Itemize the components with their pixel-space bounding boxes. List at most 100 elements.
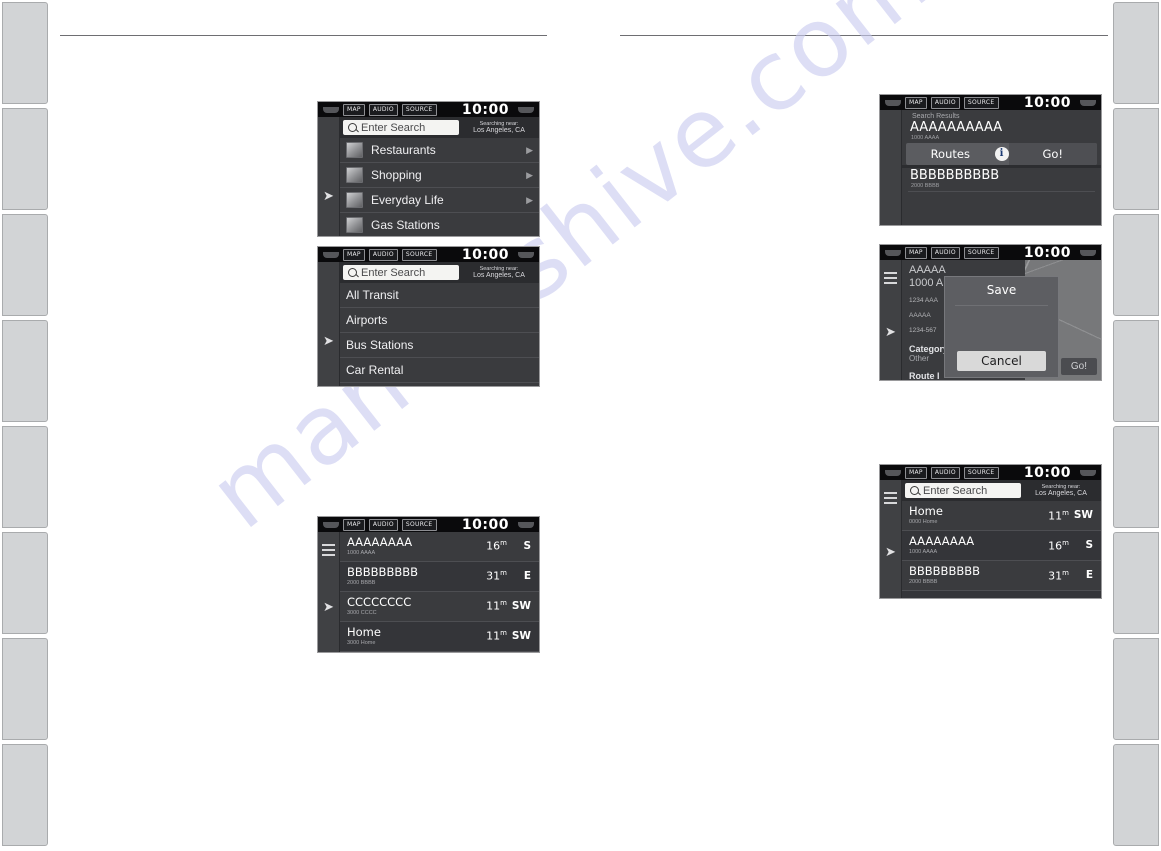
list-item[interactable]: Bus Stations bbox=[340, 333, 539, 359]
list-item[interactable]: Everyday Life ▶ bbox=[340, 188, 539, 214]
destination-address: 2000 BBBB bbox=[347, 579, 376, 586]
search-input[interactable]: Enter Search bbox=[343, 265, 459, 281]
destination-address: 1000 AAAA bbox=[347, 549, 376, 556]
map-button[interactable]: MAP bbox=[343, 518, 365, 531]
result-action-bar: Routes i Go! bbox=[906, 143, 1097, 165]
cancel-button[interactable]: Cancel bbox=[957, 350, 1046, 371]
index-tab[interactable] bbox=[1113, 2, 1159, 104]
menu-icon[interactable] bbox=[322, 544, 335, 559]
scroll-down-icon[interactable]: ➤ bbox=[323, 189, 334, 202]
save-dialog: Save Cancel bbox=[943, 275, 1060, 378]
index-tab[interactable] bbox=[1113, 426, 1159, 528]
index-tab[interactable] bbox=[1113, 108, 1159, 210]
direction-value: SW bbox=[511, 600, 531, 612]
menu-icon[interactable] bbox=[884, 492, 897, 507]
audio-button[interactable]: AUDIO bbox=[930, 96, 960, 109]
index-tab[interactable] bbox=[2, 426, 48, 528]
clock: 10:00 bbox=[1023, 465, 1071, 481]
searching-near[interactable]: Searching near: Los Angeles, CA bbox=[1025, 483, 1097, 498]
hardware-notch-right bbox=[518, 106, 534, 113]
map-button[interactable]: MAP bbox=[343, 103, 365, 116]
list-item[interactable]: All Transit bbox=[340, 283, 539, 309]
info-icon[interactable]: i bbox=[994, 147, 1009, 161]
search-icon bbox=[348, 268, 357, 278]
list-item[interactable]: Gas Stations bbox=[340, 213, 539, 236]
audio-button[interactable]: AUDIO bbox=[930, 246, 960, 259]
map-button[interactable]: MAP bbox=[905, 96, 927, 109]
index-tab[interactable] bbox=[1113, 532, 1159, 634]
source-button[interactable]: SOURCE bbox=[401, 518, 437, 531]
map-button[interactable]: MAP bbox=[905, 466, 927, 479]
distance-value: 16m bbox=[486, 539, 507, 553]
table-row[interactable]: BBBBBBBBB 2000 BBBB 31m E bbox=[902, 561, 1101, 592]
index-tab[interactable] bbox=[2, 638, 48, 740]
index-tab[interactable] bbox=[2, 320, 48, 422]
hardware-notch-left bbox=[885, 249, 901, 256]
searching-near[interactable]: Searching near: Los Angeles, CA bbox=[463, 265, 535, 280]
direction-value: S bbox=[1085, 539, 1093, 552]
left-index-tab-rail bbox=[2, 0, 50, 851]
distance-value: 31m bbox=[486, 569, 507, 583]
routes-button[interactable]: Routes bbox=[906, 147, 995, 161]
source-button[interactable]: SOURCE bbox=[963, 466, 999, 479]
status-bar: MAP AUDIO SOURCE 10:00 bbox=[880, 465, 1101, 481]
scroll-down-icon[interactable]: ➤ bbox=[885, 325, 896, 338]
list-item[interactable]: Shopping ▶ bbox=[340, 163, 539, 189]
direction-value: S bbox=[523, 540, 531, 552]
index-tab[interactable] bbox=[1113, 320, 1159, 422]
audio-button[interactable]: AUDIO bbox=[368, 248, 398, 261]
direction-value: SW bbox=[1073, 509, 1093, 522]
table-row[interactable]: CCCCCCCC 3000 CCCC 11m SW bbox=[340, 592, 539, 622]
go-button[interactable]: Go! bbox=[1008, 143, 1097, 165]
search-input[interactable]: Enter Search bbox=[343, 120, 459, 136]
screen-saved-places: MAP AUDIO SOURCE 10:00 ➤ Enter Search Se… bbox=[880, 465, 1101, 598]
status-bar: MAP AUDIO SOURCE 10:00 bbox=[318, 517, 539, 533]
search-header: Enter Search Searching near: Los Angeles… bbox=[902, 480, 1101, 502]
hardware-notch-right bbox=[1080, 249, 1096, 256]
index-tab[interactable] bbox=[2, 2, 48, 104]
clock: 10:00 bbox=[461, 102, 509, 118]
index-tab[interactable] bbox=[2, 214, 48, 316]
table-row[interactable]: Home 0000 Home 11m SW bbox=[902, 501, 1101, 532]
name-input[interactable] bbox=[954, 304, 1048, 306]
table-row[interactable]: BBBBBBBBB 2000 BBBB 31m E bbox=[340, 562, 539, 592]
list-item[interactable]: Car Rental bbox=[340, 358, 539, 384]
list-item[interactable]: Airports bbox=[340, 308, 539, 334]
index-tab[interactable] bbox=[2, 532, 48, 634]
source-button[interactable]: SOURCE bbox=[963, 96, 999, 109]
table-row[interactable]: AAAAAAAA 1000 AAAA 16m S bbox=[340, 532, 539, 562]
searching-near[interactable]: Searching near: Los Angeles, CA bbox=[463, 120, 535, 135]
go-button[interactable]: Go! bbox=[1060, 358, 1097, 375]
index-tab[interactable] bbox=[2, 744, 48, 846]
map-button[interactable]: MAP bbox=[905, 246, 927, 259]
index-tab[interactable] bbox=[2, 108, 48, 210]
search-input[interactable]: Enter Search bbox=[905, 483, 1021, 499]
distance-value: 16m bbox=[1048, 538, 1069, 553]
table-row[interactable]: BBBBBBBB 1346m E bbox=[902, 591, 1101, 598]
index-tab[interactable] bbox=[1113, 744, 1159, 846]
source-button[interactable]: SOURCE bbox=[963, 246, 999, 259]
hardware-notch-left bbox=[323, 106, 339, 113]
table-row[interactable]: Home 3000 Home 11m SW bbox=[340, 622, 539, 652]
scroll-down-icon[interactable]: ➤ bbox=[885, 545, 896, 558]
menu-icon[interactable] bbox=[884, 272, 897, 287]
index-tab[interactable] bbox=[1113, 638, 1159, 740]
map-button[interactable]: MAP bbox=[343, 248, 365, 261]
source-button[interactable]: SOURCE bbox=[401, 248, 437, 261]
chevron-right-icon: ▶ bbox=[526, 169, 533, 180]
status-bar: MAP AUDIO SOURCE 10:00 bbox=[318, 247, 539, 263]
hardware-notch-left bbox=[323, 251, 339, 258]
result-name[interactable]: BBBBBBBBBB bbox=[902, 168, 1101, 183]
hardware-notch-right bbox=[518, 521, 534, 528]
audio-button[interactable]: AUDIO bbox=[930, 466, 960, 479]
source-button[interactable]: SOURCE bbox=[401, 103, 437, 116]
audio-button[interactable]: AUDIO bbox=[368, 103, 398, 116]
destination-name: Home bbox=[347, 624, 381, 639]
scroll-down-icon[interactable]: ➤ bbox=[323, 334, 334, 347]
scroll-down-icon[interactable]: ➤ bbox=[323, 600, 334, 613]
list-item[interactable]: Restaurants ▶ bbox=[340, 138, 539, 164]
audio-button[interactable]: AUDIO bbox=[368, 518, 398, 531]
index-tab[interactable] bbox=[1113, 214, 1159, 316]
distance-value: 31m bbox=[1048, 568, 1069, 583]
table-row[interactable]: AAAAAAAA 1000 AAAA 16m S bbox=[902, 531, 1101, 562]
